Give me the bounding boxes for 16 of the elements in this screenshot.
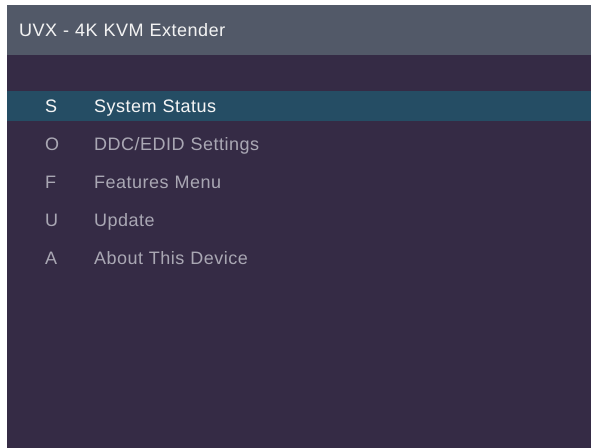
menu-label: System Status: [94, 94, 217, 118]
menu-item[interactable]: O DDC/EDID Settings: [7, 129, 591, 159]
shortcut-key: U: [7, 206, 94, 234]
shortcut-key: F: [7, 168, 94, 196]
shortcut-key: A: [7, 244, 94, 272]
menu-label: Features Menu: [94, 170, 222, 194]
window-title: UVX - 4K KVM Extender: [19, 18, 226, 42]
menu-item[interactable]: U Update: [7, 205, 591, 235]
shortcut-key: S: [7, 92, 94, 120]
menu-item[interactable]: A About This Device: [7, 243, 591, 273]
menu-label: Update: [94, 208, 156, 232]
menu-label: DDC/EDID Settings: [94, 132, 260, 156]
shortcut-key: O: [7, 130, 94, 158]
menu-item[interactable]: F Features Menu: [7, 167, 591, 197]
menu-label: About This Device: [94, 246, 248, 270]
menu-item[interactable]: S System Status: [7, 91, 591, 121]
